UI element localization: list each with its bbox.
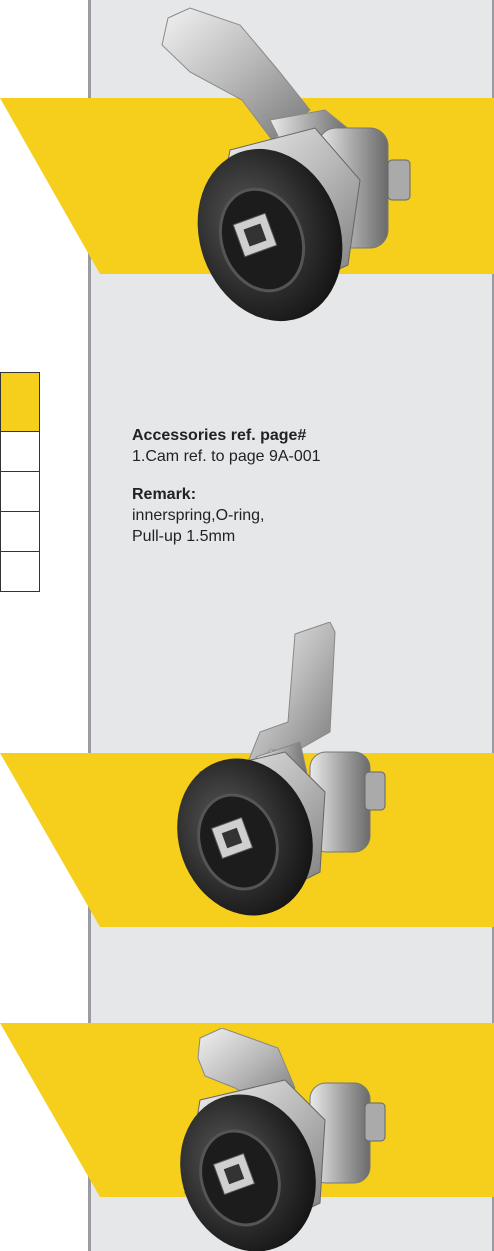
table-row <box>0 552 40 592</box>
remark-heading: Remark: <box>132 486 197 503</box>
cam-lock-with-bent-lever-icon <box>161 7 411 322</box>
spec-table-partial <box>0 372 40 592</box>
remark-line-1: innerspring,O-ring, <box>132 507 265 524</box>
table-row <box>0 432 40 472</box>
product-notes: Accessories ref. page# 1.Cam ref. to pag… <box>132 425 472 547</box>
table-row <box>0 472 40 512</box>
cam-lock-with-z-lever-icon <box>177 622 386 916</box>
table-row <box>0 512 40 552</box>
spec-table-header <box>0 372 40 432</box>
cam-lock-with-short-lever-icon <box>180 1028 386 1251</box>
accessories-heading: Accessories ref. page# <box>132 427 307 444</box>
accessories-item: 1.Cam ref. to page 9A-001 <box>132 448 321 465</box>
remark-line-2: Pull-up 1.5mm <box>132 528 236 545</box>
